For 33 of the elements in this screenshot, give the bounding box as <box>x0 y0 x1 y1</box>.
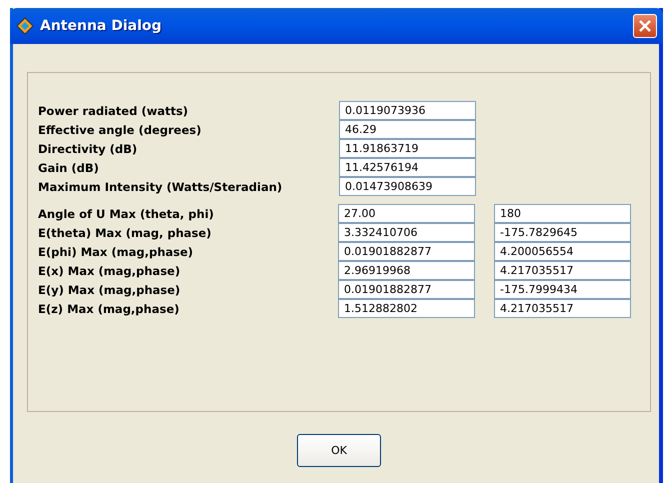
field-label: Gain (dB) <box>38 160 100 174</box>
window-title: Antenna Dialog <box>40 18 162 34</box>
value-field[interactable]: 11.91863719 <box>339 139 476 158</box>
field-label: E(theta) Max (mag, phase) <box>38 226 212 240</box>
field-label: Maximum Intensity (Watts/Steradian) <box>38 180 284 194</box>
value-field[interactable]: 4.200056554 <box>494 242 631 261</box>
value-field[interactable]: -175.7999434 <box>494 280 631 299</box>
value-field[interactable]: 0.0119073936 <box>339 101 476 120</box>
close-icon <box>638 19 652 33</box>
field-label: Power radiated (watts) <box>38 104 190 118</box>
field-label: Effective angle (degrees) <box>38 122 202 136</box>
value-field[interactable]: 4.217035517 <box>494 261 631 280</box>
value-field[interactable]: 3.332410706 <box>338 223 475 242</box>
field-label: E(phi) Max (mag,phase) <box>38 244 194 258</box>
value-field[interactable]: 46.29 <box>339 120 476 139</box>
value-field[interactable]: 0.01473908639 <box>339 177 476 196</box>
value-field[interactable]: 27.00 <box>338 204 475 223</box>
value-field[interactable]: 11.42576194 <box>339 158 476 177</box>
field-label: E(y) Max (mag,phase) <box>38 282 182 296</box>
field-label: Directivity (dB) <box>38 142 138 156</box>
value-field[interactable]: 0.01901882877 <box>338 280 475 299</box>
field-label: E(z) Max (mag,phase) <box>38 302 180 316</box>
value-field[interactable]: 2.96919968 <box>338 261 475 280</box>
value-field[interactable]: -175.7829645 <box>494 223 631 242</box>
value-field[interactable]: 4.217035517 <box>494 299 631 318</box>
close-button[interactable] <box>633 14 657 38</box>
value-field[interactable]: 1.512882802 <box>338 299 475 318</box>
value-field[interactable]: 0.01901882877 <box>338 242 475 261</box>
ok-button[interactable]: OK <box>297 434 381 467</box>
field-label: Angle of U Max (theta, phi) <box>38 206 215 220</box>
app-icon <box>16 17 34 35</box>
value-field[interactable]: 180 <box>494 204 631 223</box>
field-label: E(x) Max (mag,phase) <box>38 264 182 278</box>
